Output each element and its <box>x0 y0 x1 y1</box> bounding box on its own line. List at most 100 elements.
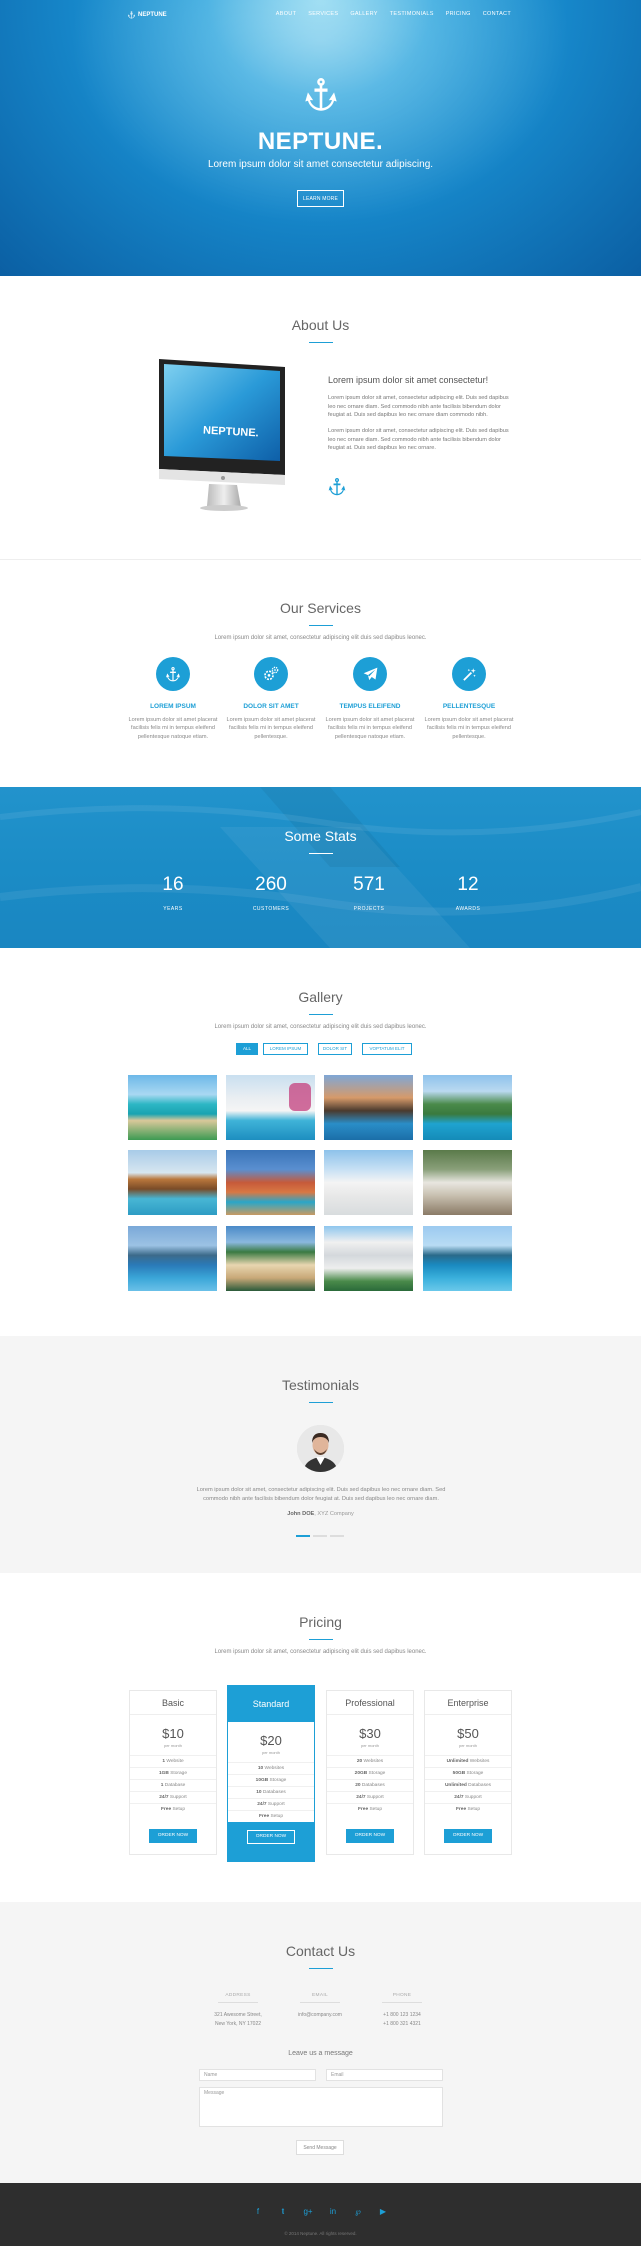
section-title-services: Our Services <box>280 600 361 616</box>
plan-feature: Unlimited Websites <box>425 1754 511 1767</box>
service-icon-circle <box>254 657 288 691</box>
title-divider <box>308 1638 333 1640</box>
plan-feature: Free Setup <box>130 1802 216 1815</box>
plan-period: per month <box>261 1750 280 1756</box>
gallery-section: Gallery Lorem ipsum dolor sit amet, cons… <box>0 948 641 1336</box>
testimonial-quote: Lorem ipsum dolor sit amet, consectetur … <box>196 1487 446 1502</box>
nav-item-testimonials[interactable]: TESTIMONIALS <box>390 11 434 19</box>
plan-feature: 24/7 Support <box>130 1790 216 1803</box>
anchor-icon <box>305 78 337 111</box>
service-card: LOREM IPSUM Lorem ipsum dolor sit amet p… <box>127 657 219 741</box>
nav-item-contact[interactable]: CONTACT <box>483 11 511 19</box>
anchor-icon <box>166 666 180 681</box>
pricing-subtitle: Lorem ipsum dolor sit amet, consectetur … <box>214 1648 427 1655</box>
youtube-icon[interactable]: ▶ <box>378 2206 388 2217</box>
email-value[interactable]: info@company.com <box>280 2011 360 2020</box>
plan-feature: 20GB Storage <box>327 1766 413 1779</box>
plan-period: per month <box>360 1743 379 1749</box>
stat-item: 12 AWARDS <box>428 872 508 913</box>
twitter-icon[interactable]: 𝐭 <box>278 2206 288 2217</box>
gallery-image[interactable] <box>324 1150 413 1215</box>
plan-feature: Free Setup <box>327 1802 413 1815</box>
carousel-dots <box>296 1535 344 1537</box>
nav-item-pricing[interactable]: PRICING <box>446 11 471 19</box>
title-divider <box>308 624 333 626</box>
gallery-image[interactable] <box>423 1226 512 1291</box>
author-company: , XYZ Company <box>314 1511 354 1517</box>
order-now-button[interactable]: ORDER NOW <box>247 1829 295 1844</box>
carousel-dot[interactable] <box>313 1535 327 1537</box>
gallery-image[interactable] <box>226 1150 315 1215</box>
gallery-image[interactable] <box>423 1075 512 1140</box>
gallery-image[interactable] <box>324 1226 413 1291</box>
pricing-plan-featured: Standard $20 per month 10 Websites 10GB … <box>227 1685 315 1862</box>
google-plus-icon[interactable]: g+ <box>303 2206 313 2217</box>
linkedin-icon[interactable]: in <box>328 2206 338 2217</box>
service-card: TEMPUS ELEIFEND Lorem ipsum dolor sit am… <box>324 657 416 741</box>
send-message-button[interactable]: Send Message <box>296 2140 344 2155</box>
phone-value: +1 800 123 1234 +1 800 321 4321 <box>383 2012 421 2027</box>
plan-feature: 10GB Storage <box>228 1773 314 1786</box>
gallery-image[interactable] <box>324 1075 413 1140</box>
stat-number: 12 <box>457 874 479 895</box>
plan-price: $50 <box>457 1726 479 1741</box>
order-now-button[interactable]: ORDER NOW <box>149 1828 197 1843</box>
avatar <box>297 1425 344 1472</box>
title-divider <box>308 1967 333 1969</box>
section-title-gallery: Gallery <box>298 989 343 1005</box>
plan-feature: 24/7 Support <box>327 1790 413 1803</box>
filter-lorem-ipsum-button[interactable]: LOREM IPSUM <box>263 1043 308 1055</box>
logo-text: NEPTUNE <box>138 12 167 18</box>
carousel-dot[interactable] <box>330 1535 344 1537</box>
phone-label: PHONE <box>392 1993 412 1998</box>
leave-message-title: Leave us a message <box>288 2050 353 2057</box>
pinterest-icon[interactable]: ℘ <box>353 2206 363 2217</box>
divider <box>218 2002 258 2003</box>
about-heading: Lorem ipsum dolor sit amet consectetur! <box>328 375 489 385</box>
plan-feature: 20 Databases <box>327 1778 413 1791</box>
pricing-section: Pricing Lorem ipsum dolor sit amet, cons… <box>0 1573 641 1902</box>
gallery-image[interactable] <box>128 1075 217 1140</box>
divider <box>300 2002 340 2003</box>
filter-voptatum-elit-button[interactable]: VOPTATUM ELIT <box>362 1043 412 1055</box>
plan-feature: 20 Websites <box>327 1754 413 1767</box>
order-now-button[interactable]: ORDER NOW <box>444 1828 492 1843</box>
facebook-icon[interactable]: f <box>253 2206 263 2217</box>
address-label: ADDRESS <box>225 1993 251 1998</box>
plan-name: Standard <box>252 1699 290 1709</box>
gallery-subtitle: Lorem ipsum dolor sit amet, consectetur … <box>214 1023 427 1030</box>
name-input[interactable]: Name <box>199 2069 316 2081</box>
gallery-image[interactable] <box>226 1075 315 1140</box>
logo[interactable]: NEPTUNE <box>128 11 167 19</box>
gallery-image[interactable] <box>128 1226 217 1291</box>
about-section: About Us <box>0 276 641 559</box>
filter-all-button[interactable]: ALL <box>236 1043 258 1055</box>
gallery-image[interactable] <box>423 1150 512 1215</box>
gears-icon <box>264 666 279 681</box>
plan-feature: 24/7 Support <box>425 1790 511 1803</box>
filter-dolor-sit-button[interactable]: DOLOR SIT <box>318 1043 352 1055</box>
stat-item: 260 CUSTOMERS <box>231 872 311 913</box>
plan-price: $20 <box>260 1733 282 1748</box>
email-input[interactable]: Email <box>326 2069 443 2081</box>
nav-item-services[interactable]: SERVICES <box>308 11 338 19</box>
learn-more-button[interactable]: LEARN MORE <box>297 190 344 207</box>
gallery-image[interactable] <box>128 1150 217 1215</box>
service-text: Lorem ipsum dolor sit amet placerat faci… <box>325 717 415 740</box>
stat-label: PROJECTS <box>353 905 385 912</box>
nav-item-about[interactable]: ABOUT <box>276 11 296 19</box>
order-now-button[interactable]: ORDER NOW <box>346 1828 394 1843</box>
service-icon-circle <box>156 657 190 691</box>
email-label: EMAIL <box>312 1993 328 1998</box>
copyright: © 2014 Neptune. All rights reserved. <box>284 2231 357 2236</box>
message-textarea[interactable]: Message <box>199 2087 443 2127</box>
stat-item: 571 PROJECTS <box>329 872 409 913</box>
plan-feature: 1 Database <box>130 1778 216 1791</box>
plan-name: Professional <box>327 1691 413 1715</box>
carousel-dot[interactable] <box>296 1535 310 1537</box>
anchor-icon <box>328 478 346 496</box>
gallery-image[interactable] <box>226 1226 315 1291</box>
stat-number: 16 <box>162 874 184 895</box>
nav-item-gallery[interactable]: GALLERY <box>350 11 377 19</box>
plan-feature: 24/7 Support <box>228 1797 314 1810</box>
